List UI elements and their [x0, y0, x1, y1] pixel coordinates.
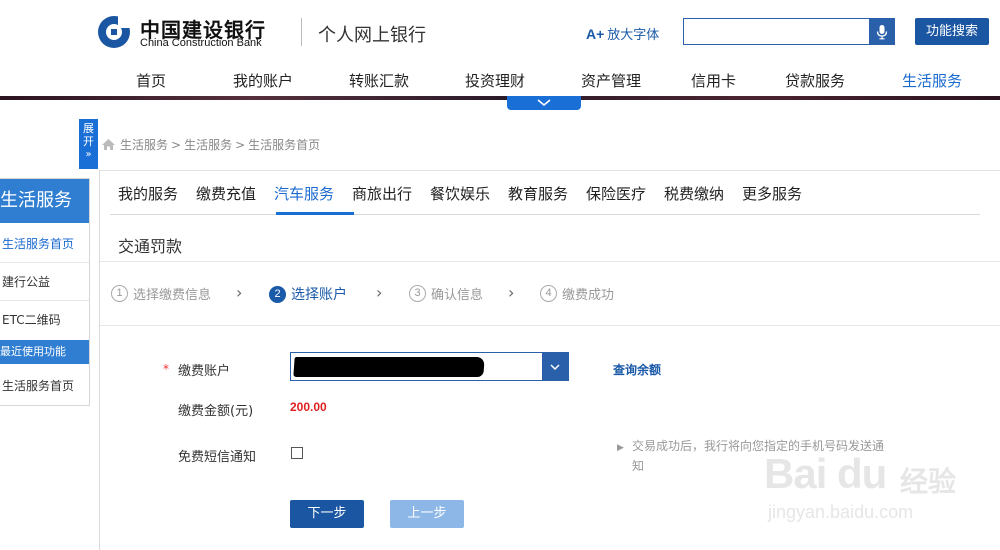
- nav-band: [0, 96, 1000, 100]
- step-number: 2: [269, 285, 286, 303]
- sidebar-recent-item-life-home[interactable]: 生活服务首页: [0, 367, 89, 405]
- enlarge-font-button[interactable]: A+ 放大字体: [586, 24, 659, 43]
- home-icon[interactable]: [101, 138, 116, 151]
- breadcrumb-item-current[interactable]: 生活服务首页: [248, 136, 320, 153]
- breadcrumb: 生活服务 > 生活服务 > 生活服务首页: [101, 136, 320, 153]
- breadcrumb-item[interactable]: 生活服务: [184, 136, 232, 153]
- chevron-down-icon: [550, 363, 560, 370]
- sms-notify-label: 免费短信通知: [178, 450, 257, 465]
- brand-subtitle: 个人网上银行: [318, 25, 426, 46]
- step-select-account: 2 选择账户: [269, 284, 347, 304]
- nav-item-my-account[interactable]: 我的账户: [233, 70, 293, 91]
- step-label: 确认信息: [431, 288, 484, 303]
- sidebar-expand-label: 展开: [83, 122, 94, 148]
- tab-insurance-medical[interactable]: 保险医疗: [586, 183, 646, 204]
- tab-tax-payment[interactable]: 税费缴纳: [664, 183, 724, 204]
- tab-education[interactable]: 教育服务: [508, 183, 568, 204]
- microphone-icon: [876, 24, 887, 39]
- baidu-jingyan-watermark: Bai du 经验 jingyan.baidu.com: [756, 442, 996, 542]
- divider: [100, 261, 1000, 262]
- amount-label: 缴费金额(元): [178, 404, 254, 419]
- step-label: 选择账户: [291, 287, 347, 303]
- tab-payment-recharge[interactable]: 缴费充值: [196, 183, 256, 204]
- next-step-button[interactable]: 下一步: [290, 500, 364, 528]
- account-label: 缴费账户: [178, 364, 231, 379]
- step-payment-success: 4 缴费成功: [540, 284, 614, 303]
- sidebar-expand-tab[interactable]: 展开 »: [79, 119, 98, 169]
- chevron-right-icon: ›: [376, 283, 383, 302]
- double-chevron-right-icon: »: [85, 149, 92, 160]
- sidebar-item-ccb-charity[interactable]: 建行公益: [0, 263, 89, 301]
- brand-divider: [301, 18, 302, 46]
- function-search-button[interactable]: 功能搜索: [915, 18, 989, 45]
- active-tab-indicator: [276, 212, 354, 215]
- sidebar-recent-title: 最近使用功能: [0, 340, 89, 364]
- nav-item-loan-service[interactable]: 贷款服务: [785, 70, 845, 91]
- nav-item-investment[interactable]: 投资理财: [465, 70, 525, 91]
- amount-value: 200.00: [290, 400, 327, 414]
- search-input[interactable]: [684, 19, 869, 44]
- breadcrumb-separator: >: [171, 137, 182, 152]
- enlarge-font-label: 放大字体: [607, 28, 660, 43]
- page-title: 交通罚款: [118, 237, 183, 256]
- nav-item-home[interactable]: 首页: [136, 70, 166, 91]
- chevron-down-icon: [537, 99, 551, 107]
- nav-item-asset-management[interactable]: 资产管理: [581, 70, 641, 91]
- step-number: 1: [111, 285, 128, 302]
- divider: [100, 325, 1000, 326]
- main-nav: 首页 我的账户 转账汇款 投资理财 资产管理 信用卡 贷款服务 生活服务: [0, 64, 1000, 96]
- watermark-url: jingyan.baidu.com: [768, 502, 914, 522]
- query-balance-link[interactable]: 查询余额: [613, 361, 661, 378]
- watermark-logo: Bai du: [764, 450, 887, 497]
- tab-car-services[interactable]: 汽车服务: [274, 183, 334, 204]
- chevron-right-icon: ›: [508, 283, 515, 302]
- chevron-right-icon: ›: [236, 283, 243, 302]
- voice-search-button[interactable]: [869, 19, 894, 44]
- watermark-text: 经验: [900, 465, 957, 498]
- nav-item-credit-card[interactable]: 信用卡: [691, 70, 736, 91]
- progress-steps: 1 选择缴费信息 › 2 选择账户 › 3 确认信息 › 4 缴费成功: [100, 277, 1000, 307]
- tab-more-services[interactable]: 更多服务: [742, 183, 802, 204]
- step-number: 3: [409, 285, 426, 302]
- step-confirm-info: 3 确认信息: [409, 284, 483, 303]
- step-select-payment-info: 1 选择缴费信息: [111, 284, 211, 303]
- nav-item-transfer[interactable]: 转账汇款: [349, 70, 409, 91]
- account-dropdown-button[interactable]: [542, 353, 568, 380]
- step-label: 缴费成功: [562, 288, 615, 303]
- previous-step-button[interactable]: 上一步: [390, 500, 464, 528]
- ccb-logo-icon[interactable]: [96, 14, 132, 50]
- header: 中国建设银行 China Construction Bank 个人网上银行 A+…: [0, 0, 1000, 100]
- brand-name-en: China Construction Bank: [140, 37, 262, 49]
- nav-item-life-service[interactable]: 生活服务: [902, 70, 962, 91]
- sidebar-item-life-home[interactable]: 生活服务首页: [0, 225, 89, 263]
- sidebar-item-etc-qrcode[interactable]: ETC二维码: [0, 301, 89, 339]
- step-number: 4: [540, 285, 557, 302]
- masked-account-number: [293, 357, 485, 377]
- nav-expand-handle[interactable]: [507, 96, 581, 110]
- tab-dining-entertainment[interactable]: 餐饮娱乐: [430, 183, 490, 204]
- triangle-right-icon: ▶: [617, 443, 624, 453]
- required-mark: *: [163, 362, 169, 376]
- service-tabs: 我的服务 缴费充值 汽车服务 商旅出行 餐饮娱乐 教育服务 保险医疗 税费缴纳 …: [110, 171, 980, 215]
- tab-business-travel[interactable]: 商旅出行: [352, 183, 412, 204]
- breadcrumb-item[interactable]: 生活服务: [120, 136, 168, 153]
- left-sidebar: 生活服务 生活服务首页 建行公益 ETC二维码 最近使用功能 生活服务首页: [0, 178, 90, 406]
- account-select[interactable]: [290, 352, 569, 381]
- step-label: 选择缴费信息: [133, 288, 212, 303]
- sidebar-title: 生活服务: [0, 179, 89, 223]
- sms-notify-checkbox[interactable]: [291, 447, 303, 459]
- search-box: [683, 18, 895, 45]
- font-size-icon: A+: [586, 26, 605, 42]
- tab-my-services[interactable]: 我的服务: [118, 183, 178, 204]
- breadcrumb-separator: >: [235, 137, 246, 152]
